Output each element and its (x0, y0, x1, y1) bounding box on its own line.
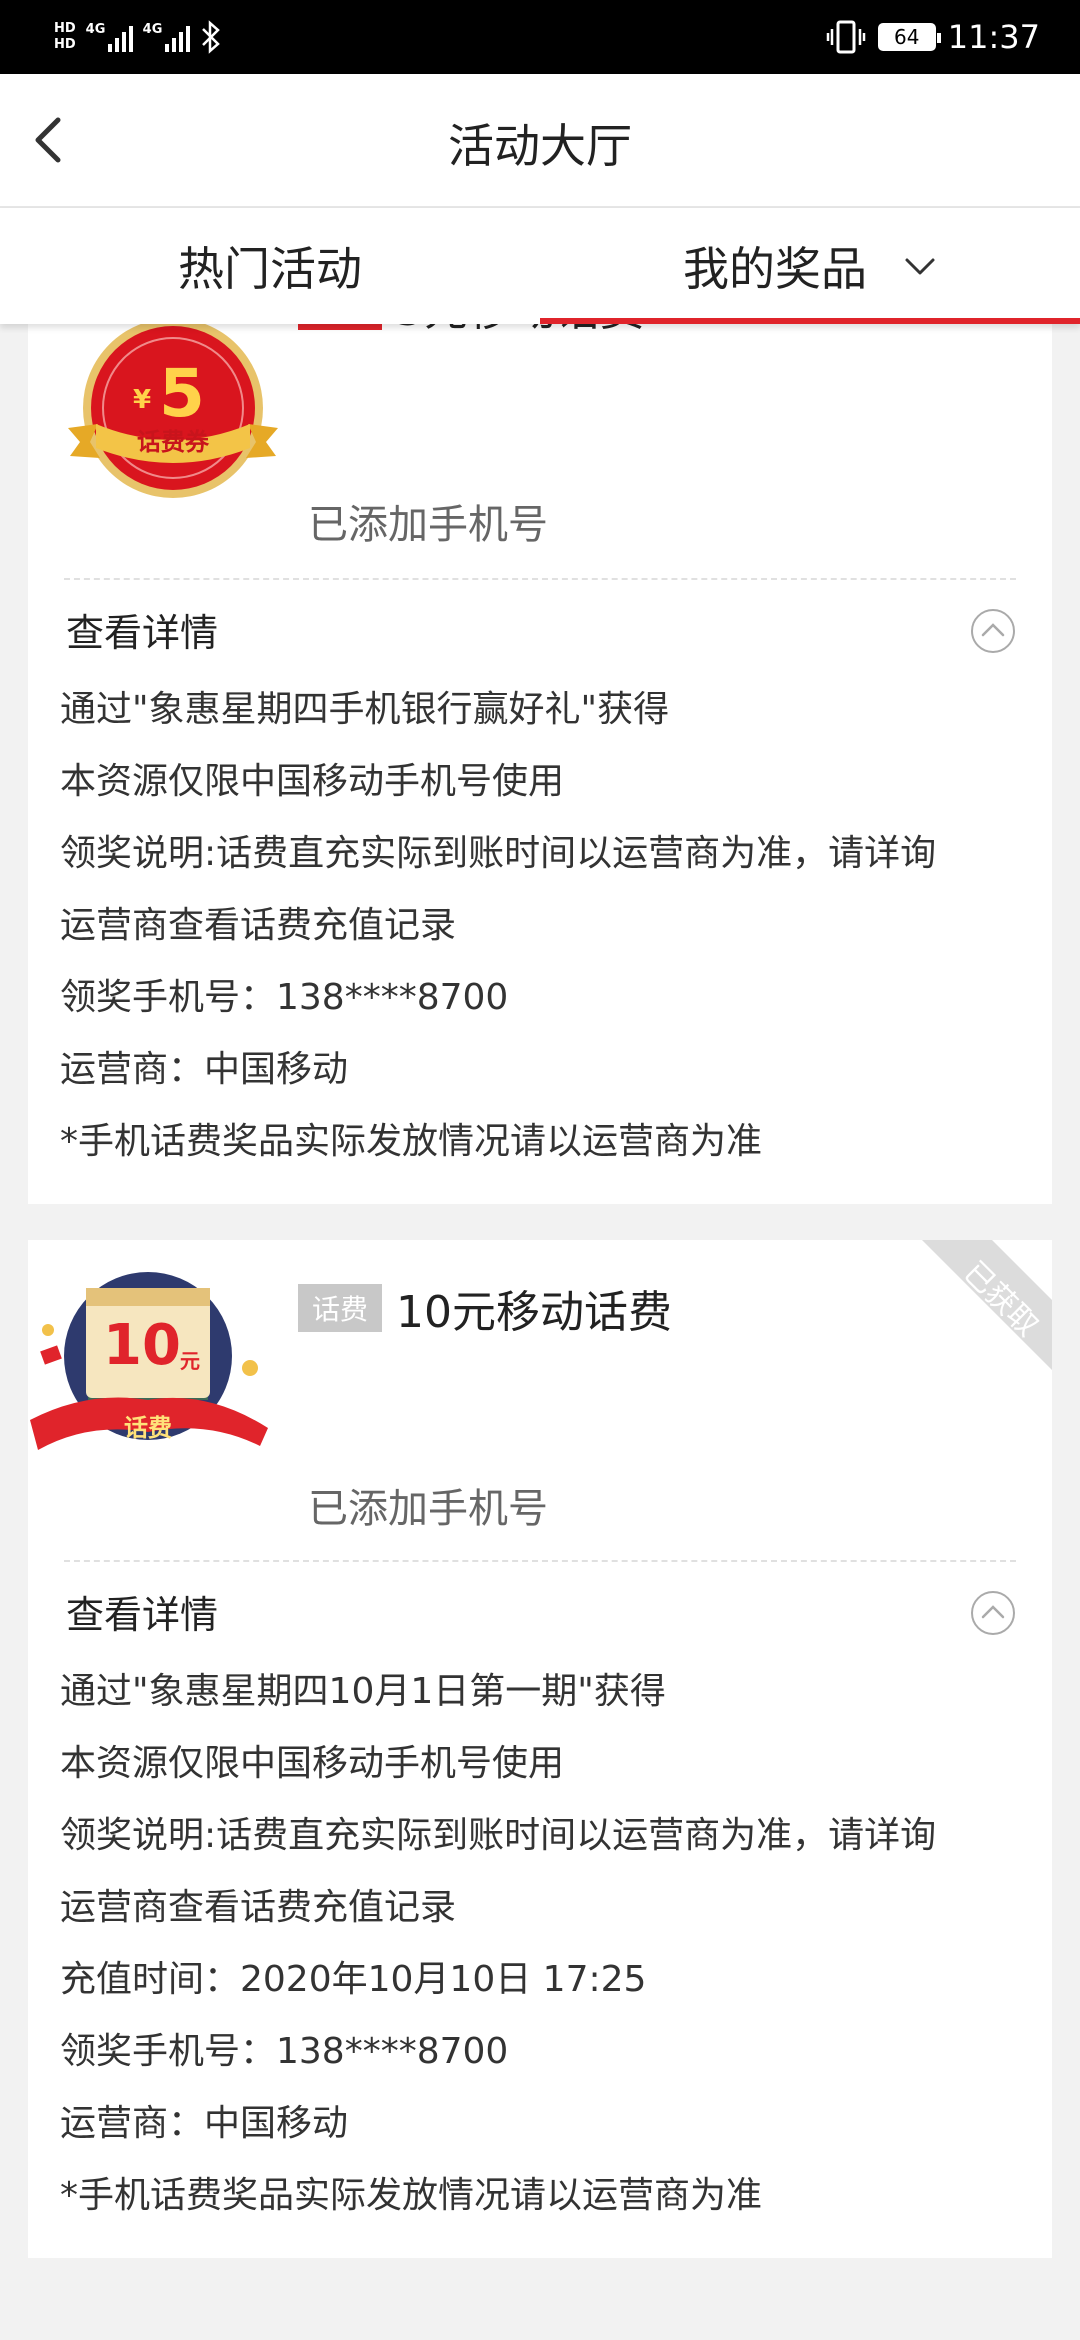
detail-line: 领奖手机号：138****8700 (60, 977, 509, 1018)
hd-indicator: HD HD (54, 21, 76, 52)
chevron-up-circle-icon[interactable] (970, 1590, 1016, 1636)
badge-label: 话费 (124, 1414, 172, 1442)
detail-line: 领奖说明:话费直充实际到账时间以运营商为准，请详询 (60, 1815, 937, 1856)
battery-icon: 64 (877, 23, 941, 51)
page-title: 活动大厅 (448, 119, 632, 173)
chevron-down-icon[interactable] (903, 249, 937, 283)
detail-line: 运营商查看话费充值记录 (60, 1887, 457, 1928)
active-tab-indicator (540, 318, 1080, 324)
detail-line: *手机话费奖品实际发放情况请以运营商为准 (60, 1121, 763, 1162)
voucher-badge-image: 话费券 ¥ 5 (58, 316, 288, 546)
badge-currency: 元 (180, 1349, 200, 1373)
phone-status: 已添加手机号 (308, 1486, 548, 1532)
status-left: HD HD 4G 4G (54, 12, 222, 62)
chevron-up-circle-icon[interactable] (970, 608, 1016, 654)
details-list: 通过"象惠星期四10月1日第一期"获得 本资源仅限中国移动手机号使用 领奖说明:… (60, 1656, 1032, 2232)
signal-icon: 4G (86, 22, 133, 52)
bluetooth-icon (201, 20, 220, 54)
status-bar: HD HD 4G 4G 64 11:37 (0, 0, 1080, 74)
details-toggle-label[interactable]: 查看详情 (66, 602, 218, 657)
detail-line: 领奖说明:话费直充实际到账时间以运营商为准，请详询 (60, 833, 937, 874)
details-toggle-label[interactable]: 查看详情 (66, 1584, 218, 1639)
status-right: 64 11:37 (826, 10, 1040, 64)
app-header: 活动大厅 (0, 74, 1080, 208)
prize-card: 10 元 话费 话费 10元移动话费 已获取 已添加手机号 查看详情 通过"象惠… (28, 1240, 1052, 2258)
badge-amount: 5 (159, 355, 205, 432)
tab-hot-activities[interactable]: 热门活动 (0, 208, 540, 324)
details-list: 通过"象惠星期四手机银行赢好礼"获得 本资源仅限中国移动手机号使用 领奖说明:话… (60, 674, 1032, 1178)
badge-currency: ¥ (133, 385, 151, 415)
signal-icon-2: 4G (143, 22, 190, 52)
phone-status: 已添加手机号 (308, 502, 548, 548)
divider (64, 578, 1016, 580)
prize-type-tag: 话费 (298, 1284, 382, 1332)
detail-line: 本资源仅限中国移动手机号使用 (60, 761, 565, 802)
detail-line: 通过"象惠星期四10月1日第一期"获得 (60, 1671, 666, 1712)
detail-line: 本资源仅限中国移动手机号使用 (60, 1743, 565, 1784)
detail-line: 充值时间：2020年10月10日 17:25 (60, 1959, 647, 2000)
divider (64, 1560, 1016, 1562)
tab-label: 热门活动 (178, 242, 362, 296)
vibrate-icon (826, 20, 866, 54)
phone-credit-badge-image: 10 元 话费 (28, 1260, 278, 1490)
clock: 11:37 (947, 18, 1040, 56)
tab-bar: 热门活动 我的奖品 (0, 208, 1080, 324)
detail-line: 领奖手机号：138****8700 (60, 2031, 509, 2072)
badge-amount: 10 (103, 1313, 181, 1378)
detail-line: 运营商：中国移动 (60, 2103, 349, 2144)
detail-line: 运营商查看话费充值记录 (60, 905, 457, 946)
tab-my-prizes[interactable]: 我的奖品 (540, 208, 1080, 324)
detail-line: *手机话费奖品实际发放情况请以运营商为准 (60, 2175, 763, 2216)
detail-line: 通过"象惠星期四手机银行赢好礼"获得 (60, 689, 670, 730)
detail-line: 运营商：中国移动 (60, 1049, 349, 1090)
obtained-ribbon: 已获取 (922, 1240, 1052, 1370)
tab-label: 我的奖品 (683, 242, 867, 296)
prize-card: 话费券 ¥ 5 话费 5元移动话费 已添加手机号 查看详情 通过"象惠星期四手机… (28, 296, 1052, 1204)
badge-label: 话费券 (137, 428, 210, 456)
prize-name: 10元移动话费 (396, 1287, 672, 1338)
